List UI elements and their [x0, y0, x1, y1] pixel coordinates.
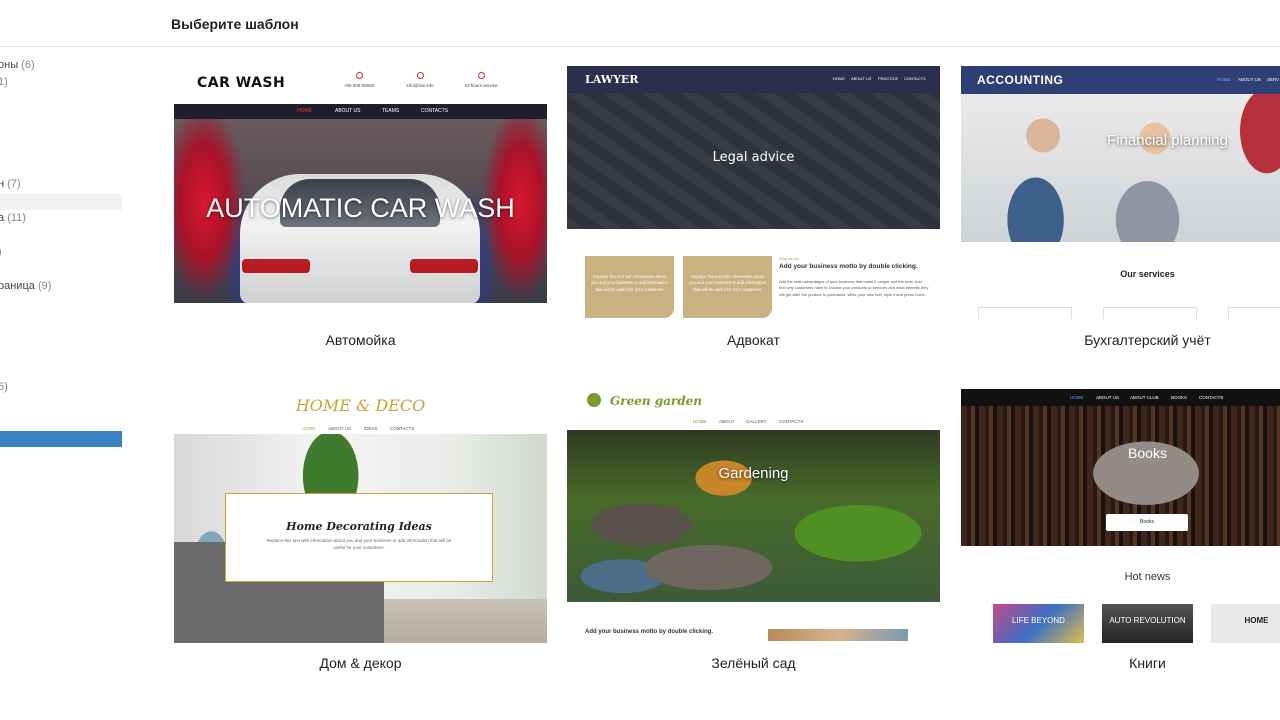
- template-preview: HOME ABOUT US ABOUT CLUB BOOKS CONTACTS …: [961, 389, 1280, 643]
- preview-motto: Add your business motto by double clicki…: [585, 629, 714, 635]
- template-preview: HOME & DECO HOME ABOUT US IDEAS CONTACTS…: [174, 389, 547, 643]
- preview-info-box: Replace this text with information about…: [683, 256, 772, 318]
- preview-why-label: Why us me: [779, 256, 800, 261]
- preview-nav: HOME ABOUT US TEAMS CONTACTS: [174, 104, 547, 119]
- template-preview: Green garden HOME ABOUT GALLERY CONTACTS…: [567, 389, 940, 643]
- book-cover: HOME: [1211, 604, 1280, 643]
- template-name: Книги: [1129, 655, 1166, 671]
- tree-icon: [587, 393, 601, 407]
- template-name: Автомойка: [325, 332, 396, 348]
- preview-hero-title: Financial planning: [1107, 132, 1228, 149]
- preview-hero-title: AUTOMATIC CAR WASH: [206, 193, 515, 223]
- sidebar-hover-highlight: [0, 194, 122, 210]
- template-name: Дом & декор: [319, 655, 402, 671]
- preview-news-heading: Hot news: [1124, 571, 1171, 583]
- sidebar-item[interactable]: 5): [0, 381, 8, 393]
- preview-motto: Add your business motto by double clicki…: [779, 263, 918, 270]
- preview-logo: LAWYER: [585, 73, 639, 86]
- clock-icon: [477, 72, 485, 79]
- preview-box-title: Home Decorating Ideas: [286, 520, 432, 533]
- preview-nav: LAWYER HOME ABOUT US PRACTICE CONTACTS: [567, 66, 940, 93]
- preview-hero-title: Gardening: [718, 465, 789, 482]
- preview-nav: HOME ABOUT US ABOUT CLUB BOOKS CONTACTS: [961, 389, 1280, 406]
- preview-hero-image: [961, 94, 1280, 242]
- preview-box-text: Replace this text with information about…: [266, 538, 452, 550]
- preview-logo: ACCOUNTING: [977, 73, 1064, 87]
- email-contact: info@site.info: [385, 72, 455, 88]
- preview-hero-title: Books: [1128, 445, 1167, 461]
- template-preview: CAR WASH +00 000 00000 info@site.info 24…: [174, 66, 547, 303]
- sidebar-action-button[interactable]: [0, 431, 122, 447]
- phone-icon: [355, 72, 363, 79]
- phone-contact: +00 000 00000: [324, 72, 394, 88]
- mail-icon: [416, 72, 424, 79]
- preview-info-box: Home Decorating Ideas Replace this text …: [225, 493, 493, 582]
- page-header: Выберите шаблон: [0, 0, 1280, 47]
- preview-paragraph: Add the main advantages of your business…: [779, 279, 929, 297]
- template-preview: LAWYER HOME ABOUT US PRACTICE CONTACTS L…: [567, 66, 940, 320]
- template-name: Зелёный сад: [711, 655, 796, 671]
- hours-contact: 24 hours service: [446, 72, 516, 88]
- preview-hero-title: Legal advice: [712, 150, 795, 165]
- preview-logo: Green garden: [610, 394, 702, 408]
- sidebar-item[interactable]: а (11): [0, 212, 26, 224]
- preview-books-button: Books: [1106, 514, 1188, 531]
- preview-logo: HOME & DECO: [295, 396, 426, 415]
- template-preview: ACCOUNTING HOME ABOUT US SERV Financial …: [961, 66, 1280, 320]
- sidebar-item[interactable]: 1): [0, 76, 8, 88]
- book-cover: AUTO REVOLUTION: [1102, 604, 1193, 643]
- sidebar-item[interactable]: раница (9): [0, 280, 51, 292]
- preview-nav: ACCOUNTING HOME ABOUT US SERV: [961, 66, 1280, 94]
- sidebar-item[interactable]: оны (6): [0, 59, 35, 71]
- book-cover: LIFE BEYOND: [993, 604, 1084, 643]
- preview-logo: CAR WASH: [197, 75, 286, 91]
- page-title: Выберите шаблон: [171, 16, 299, 32]
- category-sidebar: оны (6) 1) н (7) а (11) ) раница (9) 5): [0, 47, 125, 720]
- sidebar-item[interactable]: н (7): [0, 178, 21, 190]
- preview-services-heading: Our services: [1120, 269, 1175, 279]
- template-name: Адвокат: [727, 332, 780, 348]
- sidebar-item[interactable]: ): [0, 246, 2, 258]
- preview-info-box: Replace this text with information about…: [585, 256, 674, 318]
- template-name: Бухгалтерский учёт: [1084, 332, 1211, 348]
- preview-hero-image: [567, 430, 940, 602]
